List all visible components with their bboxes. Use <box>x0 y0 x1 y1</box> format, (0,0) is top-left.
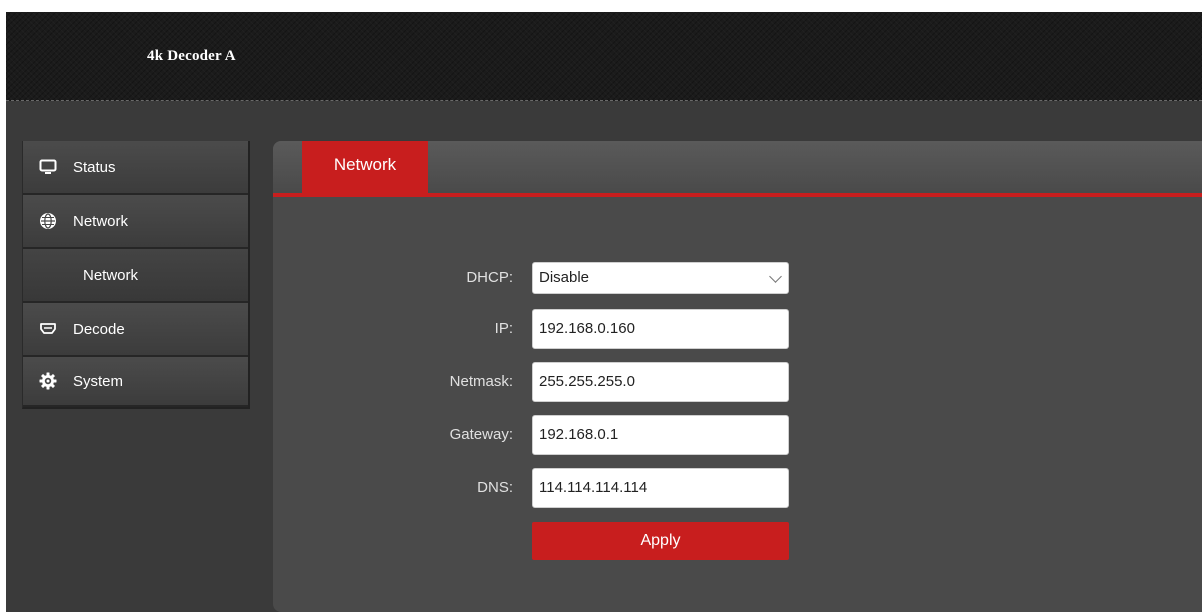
dhcp-row: DHCP: Disable <box>273 258 1202 298</box>
sidebar-subitem-network[interactable]: Network <box>23 249 248 303</box>
sidebar-item-network[interactable]: Network <box>23 195 248 249</box>
ip-input[interactable]: 192.168.0.160 <box>532 309 789 349</box>
gateway-row: Gateway: 192.168.0.1 <box>273 415 1202 455</box>
chevron-down-icon <box>769 270 782 283</box>
ip-row: IP: 192.168.0.160 <box>273 309 1202 349</box>
sidebar-item-label: Network <box>73 212 129 230</box>
dns-row: DNS: 114.114.114.114 <box>273 468 1202 508</box>
dhcp-value: Disable <box>539 269 590 286</box>
app-title: 4k Decoder A <box>147 48 236 64</box>
header-bar: 4k Decoder A <box>6 12 1202 101</box>
sidebar-item-decode[interactable]: Decode <box>23 303 248 357</box>
apply-button[interactable]: Apply <box>532 522 789 560</box>
sidebar-item-label: System <box>73 372 124 390</box>
sidebar-subitem-label: Network <box>83 266 139 284</box>
sidebar-item-system[interactable]: System <box>23 357 248 407</box>
content-panel: Network DHCP: Disable IP: 192.168.0.160 … <box>273 141 1202 612</box>
sidebar: Status Network Network Decode System <box>22 141 250 409</box>
hdmi-icon <box>39 320 57 338</box>
network-form: DHCP: Disable IP: 192.168.0.160 Netmask:… <box>273 141 1202 612</box>
dhcp-select[interactable]: Disable <box>532 262 789 294</box>
gateway-input[interactable]: 192.168.0.1 <box>532 415 789 455</box>
netmask-label: Netmask: <box>449 373 513 390</box>
netmask-row: Netmask: 255.255.255.0 <box>273 362 1202 402</box>
sidebar-item-status[interactable]: Status <box>23 141 248 195</box>
dns-input[interactable]: 114.114.114.114 <box>532 468 789 508</box>
netmask-input[interactable]: 255.255.255.0 <box>532 362 789 402</box>
monitor-icon <box>39 158 57 176</box>
sidebar-item-label: Status <box>73 158 116 176</box>
dhcp-label: DHCP: <box>466 269 513 286</box>
app-window: 4k Decoder A Status Network Network Deco… <box>6 12 1202 612</box>
gear-icon <box>39 372 57 390</box>
globe-icon <box>39 212 57 230</box>
ip-label: IP: <box>494 320 513 337</box>
gateway-label: Gateway: <box>449 426 513 443</box>
dns-label: DNS: <box>477 479 513 496</box>
sidebar-item-label: Decode <box>73 320 125 338</box>
